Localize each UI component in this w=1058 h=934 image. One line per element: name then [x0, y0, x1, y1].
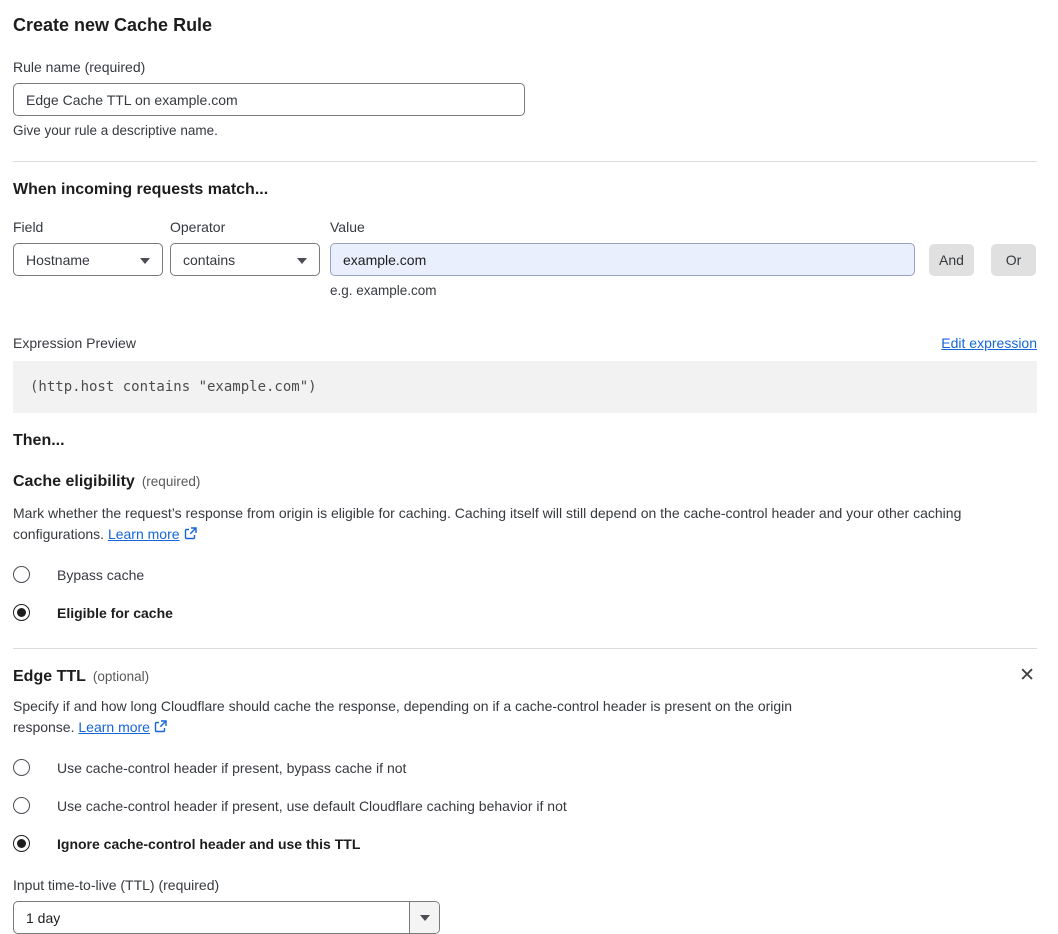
edge-ttl-qualifier: (optional) [92, 669, 150, 684]
chevron-down-icon [419, 914, 430, 921]
expression-code-block: (http.host contains "example.com") [13, 361, 1037, 413]
radio-eligible-for-cache[interactable]: Eligible for cache [13, 604, 1037, 621]
cache-eligibility-learn-more-link[interactable]: Learn more [108, 526, 180, 542]
expression-preview-row: Expression Preview Edit expression [13, 335, 1037, 351]
operator-select-value: contains [183, 251, 236, 268]
ttl-dropdown-button[interactable] [409, 902, 439, 933]
cache-eligibility-qualifier: (required) [141, 474, 201, 489]
expression-preview-label: Expression Preview [13, 335, 136, 351]
or-button[interactable]: Or [991, 244, 1036, 276]
expression-code: (http.host contains "example.com") [30, 379, 317, 395]
radio-label: Use cache-control header if present, byp… [57, 759, 407, 776]
cache-eligibility-header: Cache eligibility (required) [13, 473, 1037, 491]
radio-icon[interactable] [13, 566, 30, 583]
field-label: Field [13, 219, 44, 235]
radio-label: Use cache-control header if present, use… [57, 797, 567, 814]
matcher-labels-row: Field Operator Value [13, 219, 1037, 235]
matcher-controls-row: Hostname contains And Or [13, 243, 1037, 276]
cache-eligibility-description: Mark whether the request’s response from… [13, 503, 1037, 545]
value-label: Value [330, 219, 365, 235]
rule-name-input[interactable] [13, 83, 525, 116]
chevron-down-icon [140, 257, 150, 264]
field-select[interactable]: Hostname [13, 243, 163, 276]
cache-eligibility-title: Cache eligibility [13, 473, 135, 490]
value-input[interactable] [330, 243, 915, 276]
create-cache-rule-form: Create new Cache Rule Rule name (require… [0, 0, 1058, 934]
operator-select[interactable]: contains [170, 243, 320, 276]
then-heading: Then... [13, 432, 65, 449]
match-heading: When incoming requests match... [13, 181, 269, 198]
radio-label: Bypass cache [57, 566, 145, 583]
radio-icon[interactable] [13, 759, 30, 776]
radio-icon-selected[interactable] [13, 835, 30, 852]
radio-use-header-default[interactable]: Use cache-control header if present, use… [13, 797, 1037, 814]
operator-label: Operator [170, 219, 226, 235]
field-select-value: Hostname [26, 251, 90, 268]
edge-ttl-description: Specify if and how long Cloudflare shoul… [13, 696, 851, 738]
radio-icon[interactable] [13, 797, 30, 814]
rule-name-help: Give your rule a descriptive name. [13, 123, 218, 138]
radio-use-header-bypass[interactable]: Use cache-control header if present, byp… [13, 759, 1037, 776]
rule-name-section: Rule name (required) Give your rule a de… [13, 59, 1037, 138]
divider [13, 161, 1037, 162]
chevron-down-icon [297, 257, 307, 264]
divider [13, 648, 1037, 649]
and-button[interactable]: And [929, 244, 974, 276]
page-title: Create new Cache Rule [13, 15, 213, 35]
rule-name-label: Rule name (required) [13, 59, 146, 75]
close-icon[interactable]: ✕ [1017, 666, 1037, 685]
ttl-label: Input time-to-live (TTL) (required) [13, 877, 220, 893]
radio-icon-selected[interactable] [13, 604, 30, 621]
edge-ttl-header: Edge TTL (optional) ✕ [13, 666, 1037, 686]
value-help: e.g. example.com [330, 283, 437, 298]
radio-bypass-cache[interactable]: Bypass cache [13, 566, 1037, 583]
radio-label: Ignore cache-control header and use this… [57, 835, 361, 852]
external-link-icon [154, 718, 167, 733]
radio-label: Eligible for cache [57, 604, 173, 621]
edge-ttl-learn-more-link[interactable]: Learn more [78, 719, 150, 735]
radio-ignore-header-use-ttl[interactable]: Ignore cache-control header and use this… [13, 835, 1037, 852]
edge-ttl-title: Edge TTL [13, 668, 86, 685]
ttl-select-value: 1 day [26, 909, 61, 926]
external-link-icon [184, 525, 197, 540]
edit-expression-link[interactable]: Edit expression [941, 335, 1037, 351]
